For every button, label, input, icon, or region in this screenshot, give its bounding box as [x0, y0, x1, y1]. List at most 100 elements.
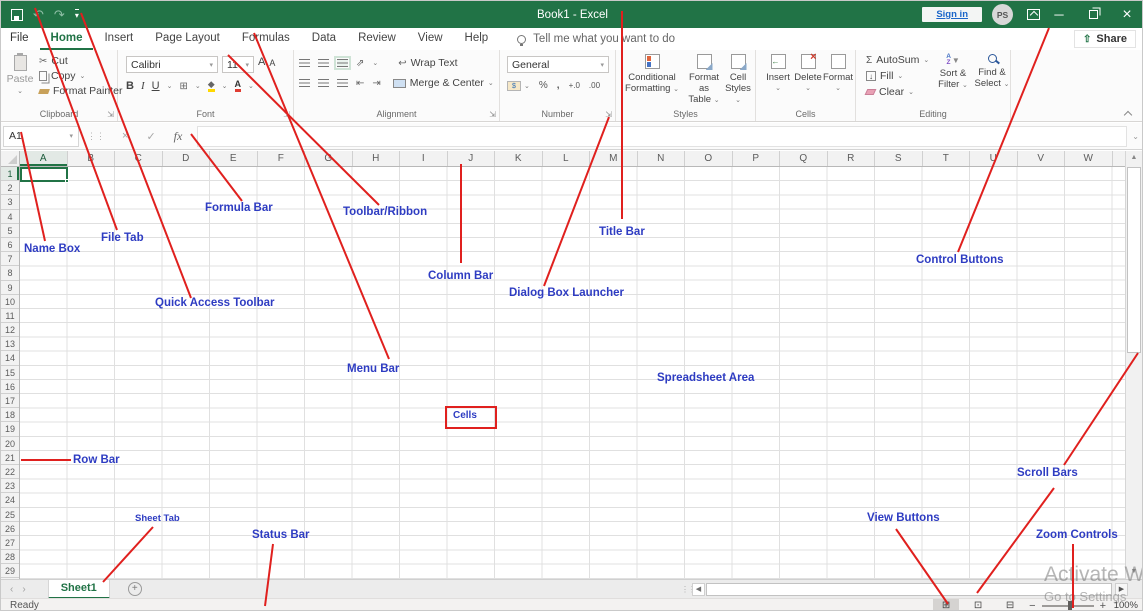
row-header-24[interactable]: 24 — [1, 493, 19, 507]
align-left-icon[interactable] — [299, 79, 310, 87]
redo-icon[interactable]: ↷ — [54, 8, 65, 21]
row-header-23[interactable]: 23 — [1, 479, 19, 493]
row-header-19[interactable]: 19 — [1, 422, 19, 436]
column-header-C[interactable]: C — [115, 151, 163, 166]
enter-icon[interactable]: ✓ — [146, 130, 155, 143]
hscroll-left-icon[interactable]: ◀ — [692, 583, 705, 596]
italic-button[interactable]: I — [141, 80, 145, 92]
percent-style-button[interactable]: % — [539, 80, 548, 91]
row-header-25[interactable]: 25 — [1, 508, 19, 522]
fill-button[interactable]: ↓Fill⌄ — [866, 70, 929, 82]
accounting-format-icon[interactable]: $ — [507, 81, 521, 91]
minimize-button[interactable]: ─ — [1042, 1, 1076, 28]
row-header-26[interactable]: 26 — [1, 522, 19, 536]
zoom-slider-thumb[interactable] — [1068, 601, 1072, 611]
column-header-E[interactable]: E — [210, 151, 258, 166]
tab-view[interactable]: View — [407, 28, 454, 50]
column-header-M[interactable]: M — [590, 151, 638, 166]
zoom-out-icon[interactable]: − — [1029, 600, 1035, 611]
row-header-21[interactable]: 21 — [1, 451, 19, 465]
row-header-6[interactable]: 6 — [1, 238, 19, 252]
name-box[interactable]: A1 ▾ — [3, 126, 79, 147]
tab-home[interactable]: Home — [40, 28, 94, 50]
orientation-icon[interactable]: ⇗ — [356, 58, 364, 69]
dialog-launcher-icon[interactable]: ⇲ — [107, 110, 114, 119]
tab-insert[interactable]: Insert — [93, 28, 144, 50]
delete-button[interactable]: Delete ⌄ — [794, 54, 822, 94]
increase-indent-icon[interactable]: ⇥ — [372, 78, 380, 89]
vertical-scroll-thumb[interactable] — [1127, 167, 1141, 353]
row-header-14[interactable]: 14 — [1, 351, 19, 365]
row-header-2[interactable]: 2 — [1, 181, 19, 195]
decrease-indent-icon[interactable]: ⇤ — [356, 78, 364, 89]
customize-qat-icon[interactable]: ▾ — [75, 9, 79, 20]
decrease-decimal-button[interactable]: .00 — [589, 81, 600, 90]
wrap-text-button[interactable]: ↩Wrap Text — [398, 57, 457, 69]
restore-button[interactable] — [1076, 1, 1110, 28]
row-header-1[interactable]: 1 — [1, 167, 19, 181]
row-header-29[interactable]: 29 — [1, 564, 19, 578]
zoom-in-icon[interactable]: + — [1100, 600, 1106, 611]
zoom-slider[interactable] — [1042, 605, 1094, 607]
tab-page-layout[interactable]: Page Layout — [144, 28, 231, 50]
dialog-launcher-icon[interactable]: ⇲ — [283, 110, 290, 119]
row-header-16[interactable]: 16 — [1, 380, 19, 394]
column-header-J[interactable]: J — [448, 151, 496, 166]
increase-decimal-button[interactable]: +.0 — [569, 81, 580, 90]
column-header-R[interactable]: R — [828, 151, 876, 166]
row-header-20[interactable]: 20 — [1, 437, 19, 451]
collapse-ribbon-icon[interactable] — [1124, 109, 1132, 117]
clear-button[interactable]: Clear⌄ — [866, 86, 929, 98]
font-size-combo[interactable]: 11▾ — [222, 56, 254, 73]
sort-filter-button[interactable]: AZ▼ Sort &Filter ⌄ — [934, 54, 972, 91]
tab-review[interactable]: Review — [347, 28, 407, 50]
find-select-button[interactable]: Find &Select ⌄ — [974, 54, 1010, 90]
select-all-corner[interactable] — [1, 151, 20, 167]
column-header-Q[interactable]: Q — [780, 151, 828, 166]
expand-formula-bar-icon[interactable]: ⌄ — [1132, 132, 1139, 141]
row-header-13[interactable]: 13 — [1, 337, 19, 351]
tab-formulas[interactable]: Formulas — [231, 28, 301, 50]
hscroll-right-icon[interactable]: ▶ — [1115, 583, 1128, 596]
tab-file[interactable]: File — [1, 28, 40, 50]
column-header-L[interactable]: L — [543, 151, 591, 166]
column-header-V[interactable]: V — [1018, 151, 1066, 166]
align-bottom-icon[interactable] — [337, 59, 348, 67]
align-top-icon[interactable] — [299, 59, 310, 67]
column-header-P[interactable]: P — [733, 151, 781, 166]
avatar[interactable]: PS — [992, 4, 1013, 25]
column-header-K[interactable]: K — [495, 151, 543, 166]
cell-styles-button[interactable]: CellStyles ⌄ — [722, 54, 754, 106]
row-header-15[interactable]: 15 — [1, 366, 19, 380]
row-header-3[interactable]: 3 — [1, 195, 19, 209]
drag-handle-icon[interactable]: ⋮⋮ — [87, 131, 105, 142]
column-header-F[interactable]: F — [258, 151, 306, 166]
view-page-layout-button[interactable]: ⊡ — [965, 599, 991, 611]
font-name-combo[interactable]: Calibri▾ — [126, 56, 218, 73]
row-header-12[interactable]: 12 — [1, 323, 19, 337]
conditional-formatting-button[interactable]: ConditionalFormatting ⌄ — [623, 54, 681, 95]
vertical-scrollbar[interactable]: ▲ ▼ — [1125, 151, 1142, 579]
tell-me-box[interactable]: Tell me what you want to do — [517, 33, 675, 45]
column-header-D[interactable]: D — [163, 151, 211, 166]
column-header-N[interactable]: N — [638, 151, 686, 166]
formula-input[interactable] — [197, 126, 1127, 147]
dialog-launcher-icon[interactable]: ⇲ — [489, 110, 496, 119]
format-button[interactable]: Format ⌄ — [823, 54, 853, 94]
underline-button[interactable]: U — [152, 80, 160, 92]
fill-color-icon[interactable]: ◆ — [208, 80, 215, 92]
undo-icon[interactable]: ↶ — [33, 8, 44, 21]
align-center-icon[interactable] — [318, 79, 329, 87]
row-header-7[interactable]: 7 — [1, 252, 19, 266]
new-sheet-icon[interactable]: + — [128, 582, 142, 596]
column-header-A[interactable]: A — [20, 151, 68, 166]
merge-center-button[interactable]: Merge & Center⌄ — [393, 77, 494, 89]
row-header-4[interactable]: 4 — [1, 210, 19, 224]
borders-icon[interactable]: ⊞ — [179, 81, 187, 92]
scroll-down-icon[interactable]: ▼ — [1126, 565, 1142, 579]
grow-font-button[interactable]: A — [258, 56, 265, 73]
horizontal-scroll-thumb[interactable] — [706, 583, 1112, 596]
close-button[interactable]: × — [1110, 1, 1143, 28]
align-middle-icon[interactable] — [318, 59, 329, 67]
row-headers[interactable]: 1234567891011121314151617181920212223242… — [1, 167, 20, 579]
